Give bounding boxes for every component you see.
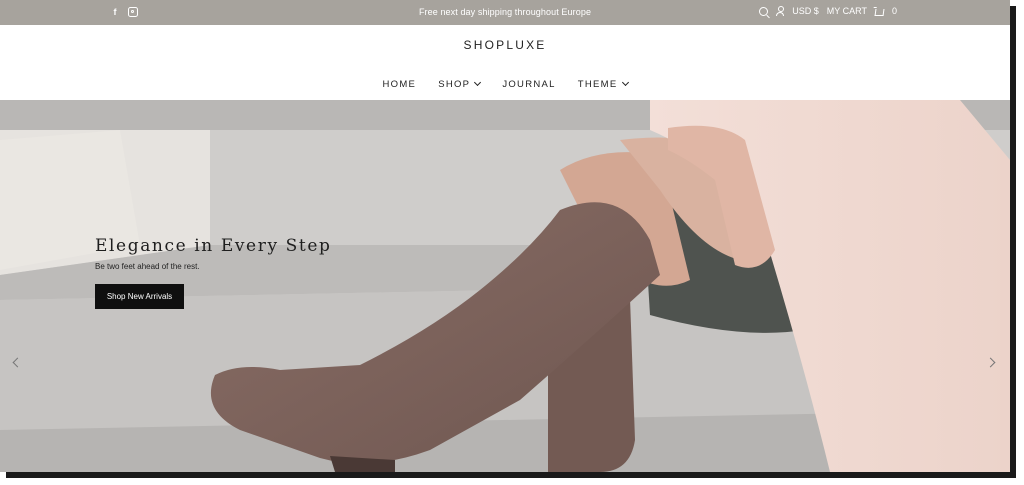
- nav-label: HOME: [382, 79, 417, 90]
- search-icon[interactable]: [759, 6, 769, 16]
- cart-count: 0: [891, 6, 897, 16]
- announcement-bar: f Free next day shipping throughout Euro…: [0, 0, 1010, 25]
- shop-new-arrivals-button[interactable]: Shop New Arrivals: [95, 284, 184, 309]
- nav-label: THEME: [577, 79, 618, 90]
- header-tools: USD $ MY CART 0: [759, 6, 897, 16]
- nav-label: JOURNAL: [502, 79, 556, 90]
- account-icon[interactable]: [776, 6, 785, 16]
- hero-slideshow: Elegance in Every Step Be two feet ahead…: [0, 100, 1010, 472]
- currency-selector[interactable]: USD $: [792, 6, 819, 16]
- nav-home[interactable]: HOME: [382, 79, 416, 90]
- site-logo[interactable]: SHOPLUXE: [0, 38, 1010, 52]
- nav-label: SHOP: [438, 79, 471, 90]
- main-nav: HOME SHOP JOURNAL THEME: [0, 78, 1010, 90]
- nav-journal[interactable]: JOURNAL: [502, 79, 555, 90]
- cart-link[interactable]: MY CART: [827, 6, 867, 16]
- chevron-down-icon: [474, 78, 482, 87]
- hero-title: Elegance in Every Step: [95, 236, 332, 256]
- nav-theme[interactable]: THEME: [577, 78, 629, 90]
- nav-shop[interactable]: SHOP: [438, 78, 482, 90]
- browser-frame: f Free next day shipping throughout Euro…: [0, 0, 1010, 472]
- hero-subtitle: Be two feet ahead of the rest.: [95, 262, 200, 271]
- site-header: SHOPLUXE HOME SHOP JOURNAL THEME: [0, 25, 1010, 100]
- cart-icon[interactable]: [874, 8, 885, 16]
- chevron-down-icon: [621, 78, 629, 87]
